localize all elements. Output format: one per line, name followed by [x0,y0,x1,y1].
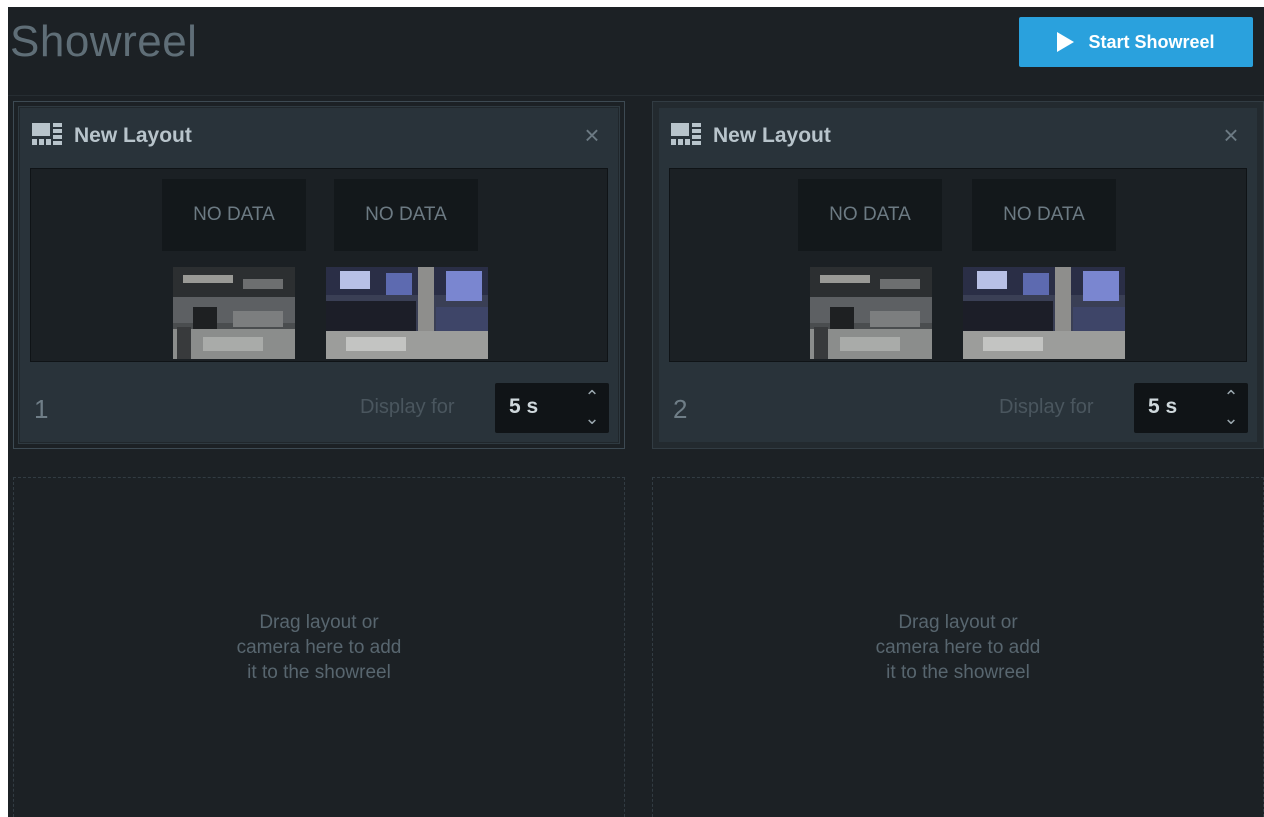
drop-zone[interactable]: Drag layout or camera here to add it to … [652,477,1264,817]
header: Showreel Start Showreel [8,7,1264,96]
showreel-item-footer: 2 Display for 5 s ⌃ ⌄ [659,372,1257,436]
camera-thumbnail [173,267,295,359]
showreel-item-footer: 1 Display for 5 s ⌃ ⌄ [20,372,618,436]
camera-thumbnail [326,267,488,359]
drop-zone-hint: Drag layout or camera here to add it to … [14,610,624,685]
showreel-item-card: New Layout × NO DATA NO DATA [20,108,618,442]
showreel-item-card: New Layout × NO DATA NO DATA [659,108,1257,442]
no-data-tile: NO DATA [972,179,1116,251]
showreel-item-1[interactable]: New Layout × NO DATA NO DATA 1 Display f… [13,101,625,449]
page-title: Showreel [10,17,198,66]
play-icon [1057,32,1075,52]
chevron-down-icon[interactable]: ⌄ [1220,408,1242,429]
start-showreel-button[interactable]: Start Showreel [1019,17,1253,67]
start-showreel-label: Start Showreel [1088,31,1215,52]
drop-zone-hint: Drag layout or camera here to add it to … [653,610,1263,685]
camera-thumbnail [810,267,932,359]
layout-preview: NO DATA NO DATA [30,168,608,362]
item-number: 2 [673,394,688,424]
display-for-label: Display for [360,396,455,418]
showreel-item-2[interactable]: New Layout × NO DATA NO DATA 2 Display f… [652,101,1264,449]
drop-hint-line: Drag layout or [898,612,1018,633]
close-icon[interactable]: × [580,122,604,148]
duration-stepper[interactable]: 5 s ⌃ ⌄ [495,383,609,433]
layout-grid-icon [32,123,62,145]
drop-hint-line: camera here to add [236,637,402,658]
drop-hint-line: it to the showreel [886,662,1030,683]
no-data-tile: NO DATA [334,179,478,251]
drop-zone[interactable]: Drag layout or camera here to add it to … [13,477,625,817]
chevron-up-icon[interactable]: ⌃ [581,387,603,408]
layout-name: New Layout [74,124,192,147]
duration-value: 5 s [509,395,539,418]
camera-thumbnail [963,267,1125,359]
showreel-app: Showreel Start Showreel New Layout × NO … [8,7,1264,817]
layout-name: New Layout [713,124,831,147]
display-for-label: Display for [999,396,1094,418]
chevron-down-icon[interactable]: ⌄ [581,408,603,429]
no-data-tile: NO DATA [798,179,942,251]
duration-stepper[interactable]: 5 s ⌃ ⌄ [1134,383,1248,433]
drop-hint-line: Drag layout or [259,612,379,633]
showreel-item-header: New Layout × [20,108,618,166]
stepper-controls: ⌃ ⌄ [581,387,603,429]
drop-hint-line: camera here to add [875,637,1041,658]
duration-value: 5 s [1148,395,1178,418]
drop-hint-line: it to the showreel [247,662,391,683]
item-number: 1 [34,394,49,424]
layout-preview: NO DATA NO DATA [669,168,1247,362]
layout-grid-icon [671,123,701,145]
close-icon[interactable]: × [1219,122,1243,148]
chevron-up-icon[interactable]: ⌃ [1220,387,1242,408]
showreel-item-header: New Layout × [659,108,1257,166]
stepper-controls: ⌃ ⌄ [1220,387,1242,429]
no-data-tile: NO DATA [162,179,306,251]
